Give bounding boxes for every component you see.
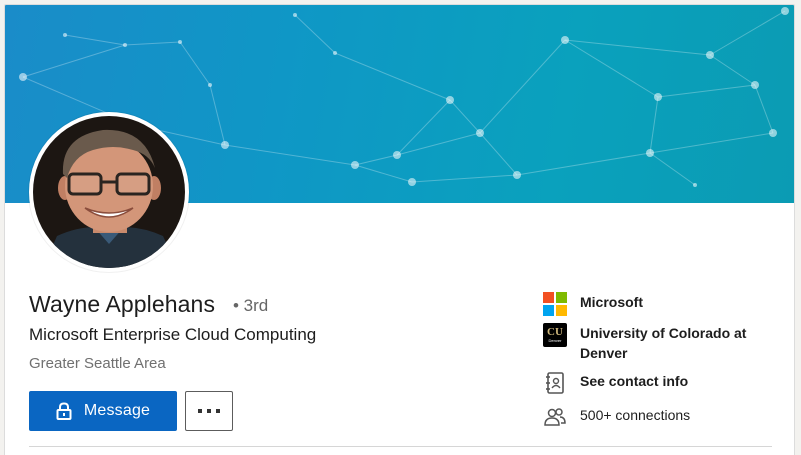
profile-name: Wayne Applehans: [29, 291, 216, 317]
message-button[interactable]: Message: [29, 391, 177, 431]
avatar-frame[interactable]: [29, 112, 189, 272]
microsoft-logo: [543, 292, 567, 316]
divider: [29, 446, 772, 447]
lock-icon: [56, 402, 72, 420]
profile-headline: Microsoft Enterprise Cloud Computing: [29, 325, 317, 344]
avatar[interactable]: [33, 116, 185, 268]
contact-info-link[interactable]: See contact info: [543, 371, 688, 395]
school-name: University of Colorado at Denver: [580, 325, 747, 361]
education-school[interactable]: CU Denver University of Colorado at Denv…: [543, 323, 746, 363]
more-actions-button[interactable]: [185, 391, 233, 431]
connections-label: 500+ connections: [580, 407, 691, 423]
contact-info-label: See contact info: [580, 373, 689, 389]
cu-denver-logo: CU Denver: [543, 323, 567, 347]
more-dots-icon: [198, 409, 220, 413]
connection-degree: • 3rd: [233, 296, 269, 315]
people-icon: [544, 408, 566, 426]
company-name: Microsoft: [580, 294, 643, 310]
profile-location: Greater Seattle Area: [29, 355, 166, 372]
connections-count[interactable]: 500+ connections: [543, 405, 690, 429]
address-book-icon: [546, 372, 564, 394]
profile-card: Wayne Applehans • 3rd Microsoft Enterpri…: [4, 4, 795, 455]
current-company[interactable]: Microsoft: [543, 292, 643, 316]
message-button-label: Message: [83, 402, 151, 419]
